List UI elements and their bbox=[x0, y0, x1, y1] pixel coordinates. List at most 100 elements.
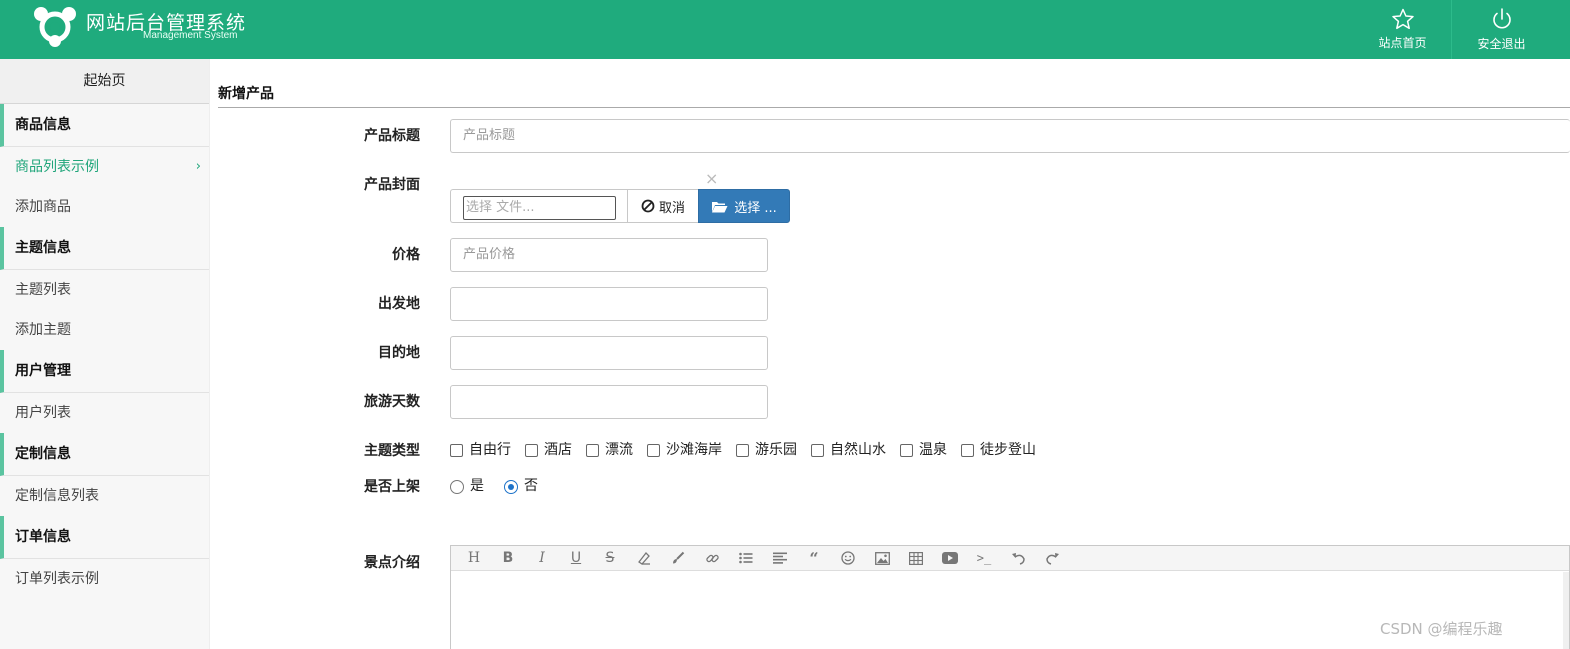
underline-icon[interactable]: U bbox=[559, 546, 593, 571]
brush-icon[interactable] bbox=[661, 546, 695, 571]
select-file-button[interactable]: 选择 ... bbox=[698, 189, 790, 223]
destination-label: 目的地 bbox=[378, 345, 420, 361]
strikethrough-icon[interactable]: S bbox=[593, 546, 627, 571]
price-label: 价格 bbox=[392, 247, 420, 263]
top-header: 网站后台管理系统 Management System 站点首页 安全退出 bbox=[0, 0, 1570, 59]
sidebar-item-theme-list[interactable]: 主题列表 bbox=[0, 270, 209, 310]
checkbox[interactable] bbox=[586, 444, 599, 457]
video-icon[interactable] bbox=[933, 546, 967, 571]
undo-icon[interactable] bbox=[1001, 546, 1035, 571]
theme-option-label: 自然山水 bbox=[830, 442, 886, 458]
theme-option-label: 徒步登山 bbox=[980, 442, 1036, 458]
select-file-label: 选择 ... bbox=[734, 200, 777, 216]
watermark: CSDN @编程乐趣 bbox=[1380, 620, 1503, 638]
file-caption-box: 选择 文件... bbox=[450, 189, 628, 223]
radio-yes[interactable] bbox=[450, 479, 464, 494]
checkbox[interactable] bbox=[811, 444, 824, 457]
sidebar-item-add-goods[interactable]: 添加商品 bbox=[0, 187, 209, 227]
destination-input[interactable] bbox=[450, 336, 768, 370]
theme-option-label: 温泉 bbox=[919, 442, 947, 458]
theme-checkbox-group: 自由行 酒店 漂流 沙滩海岸 游乐园 自然山水 温泉 徒步登山 bbox=[450, 439, 1050, 459]
theme-option[interactable]: 游乐园 bbox=[736, 439, 797, 459]
sidebar-group-orders[interactable]: 订单信息 bbox=[0, 516, 209, 559]
sidebar-item-label: 商品列表示例 bbox=[15, 159, 99, 175]
title-divider bbox=[218, 107, 1570, 108]
sidebar-item-user-list[interactable]: 用户列表 bbox=[0, 393, 209, 433]
days-input[interactable] bbox=[450, 385, 768, 419]
theme-option[interactable]: 沙滩海岸 bbox=[647, 439, 722, 459]
logo-icon bbox=[34, 7, 76, 47]
italic-icon[interactable]: I bbox=[525, 546, 559, 571]
shelf-yes-label: 是 bbox=[470, 478, 484, 494]
title-input[interactable]: 产品标题 bbox=[450, 119, 1570, 153]
folder-open-icon bbox=[712, 201, 728, 212]
theme-option[interactable]: 温泉 bbox=[900, 439, 947, 459]
theme-label: 主题类型 bbox=[364, 443, 420, 459]
radio-no[interactable] bbox=[504, 479, 518, 494]
shelf-label: 是否上架 bbox=[364, 479, 420, 495]
theme-option-label: 酒店 bbox=[544, 442, 572, 458]
eraser-icon[interactable] bbox=[627, 546, 661, 571]
redo-icon[interactable] bbox=[1035, 546, 1069, 571]
theme-option[interactable]: 自然山水 bbox=[811, 439, 886, 459]
checkbox[interactable] bbox=[525, 444, 538, 457]
cancel-button[interactable]: 取消 bbox=[627, 189, 699, 223]
title-label: 产品标题 bbox=[364, 128, 420, 144]
bold-icon[interactable]: B bbox=[491, 546, 525, 571]
sidebar-item-goods-list[interactable]: 商品列表示例 › bbox=[0, 147, 209, 187]
editor-toolbar: H B I U S “ >_ bbox=[451, 546, 1569, 571]
theme-option-label: 自由行 bbox=[469, 442, 511, 458]
site-home-label: 站点首页 bbox=[1378, 36, 1427, 50]
sidebar-group-users[interactable]: 用户管理 bbox=[0, 350, 209, 393]
theme-option[interactable]: 徒步登山 bbox=[961, 439, 1036, 459]
theme-option[interactable]: 酒店 bbox=[525, 439, 572, 459]
sidebar-item-add-theme[interactable]: 添加主题 bbox=[0, 310, 209, 350]
power-icon bbox=[1492, 8, 1511, 29]
theme-option[interactable]: 漂流 bbox=[586, 439, 633, 459]
smile-icon[interactable] bbox=[831, 546, 865, 571]
close-icon[interactable]: × bbox=[705, 169, 718, 188]
theme-option-label: 漂流 bbox=[605, 442, 633, 458]
theme-option[interactable]: 自由行 bbox=[450, 439, 511, 459]
star-icon bbox=[1391, 8, 1414, 30]
quote-icon[interactable]: “ bbox=[797, 546, 831, 571]
link-icon[interactable] bbox=[695, 546, 729, 571]
table-icon[interactable] bbox=[899, 546, 933, 571]
shelf-yes-option[interactable]: 是 bbox=[450, 475, 484, 495]
checkbox[interactable] bbox=[961, 444, 974, 457]
departure-label: 出发地 bbox=[378, 296, 420, 312]
logout-label: 安全退出 bbox=[1477, 37, 1526, 51]
checkbox[interactable] bbox=[450, 444, 463, 457]
page-title: 新增产品 bbox=[218, 86, 274, 102]
shelf-no-option[interactable]: 否 bbox=[504, 475, 538, 495]
shelf-radio-group: 是 否 bbox=[450, 475, 558, 495]
intro-label: 景点介绍 bbox=[364, 555, 420, 571]
terminal-icon[interactable]: >_ bbox=[967, 546, 1001, 571]
site-home-link[interactable]: 站点首页 bbox=[1355, 0, 1450, 59]
heading-icon[interactable]: H bbox=[457, 546, 491, 571]
align-icon[interactable] bbox=[763, 546, 797, 571]
theme-option-label: 游乐园 bbox=[755, 442, 797, 458]
price-input[interactable]: 产品价格 bbox=[450, 238, 768, 272]
sidebar-item-order-list[interactable]: 订单列表示例 bbox=[0, 559, 209, 599]
sidebar-group-custom[interactable]: 定制信息 bbox=[0, 433, 209, 476]
checkbox[interactable] bbox=[736, 444, 749, 457]
sidebar-group-theme[interactable]: 主题信息 bbox=[0, 227, 209, 270]
days-label: 旅游天数 bbox=[364, 394, 420, 410]
sidebar: 起始页 商品信息 商品列表示例 › 添加商品 主题信息 主题列表 添加主题 用户… bbox=[0, 59, 210, 649]
list-icon[interactable] bbox=[729, 546, 763, 571]
editor-scrollbar[interactable] bbox=[1563, 572, 1569, 649]
file-caption-input[interactable]: 选择 文件... bbox=[463, 196, 616, 220]
departure-input[interactable] bbox=[450, 287, 768, 321]
cancel-label: 取消 bbox=[658, 200, 685, 216]
checkbox[interactable] bbox=[900, 444, 913, 457]
logout-link[interactable]: 安全退出 bbox=[1451, 0, 1551, 59]
chevron-right-icon: › bbox=[195, 159, 201, 174]
image-icon[interactable] bbox=[865, 546, 899, 571]
sidebar-start-page[interactable]: 起始页 bbox=[0, 59, 209, 104]
sidebar-group-goods[interactable]: 商品信息 bbox=[0, 104, 209, 147]
checkbox[interactable] bbox=[647, 444, 660, 457]
sidebar-item-custom-list[interactable]: 定制信息列表 bbox=[0, 476, 209, 516]
main-content: 新增产品 产品标题 产品标题 产品封面 × 选择 文件... 取消 选择 ...… bbox=[218, 59, 1570, 649]
ban-icon bbox=[641, 199, 655, 213]
